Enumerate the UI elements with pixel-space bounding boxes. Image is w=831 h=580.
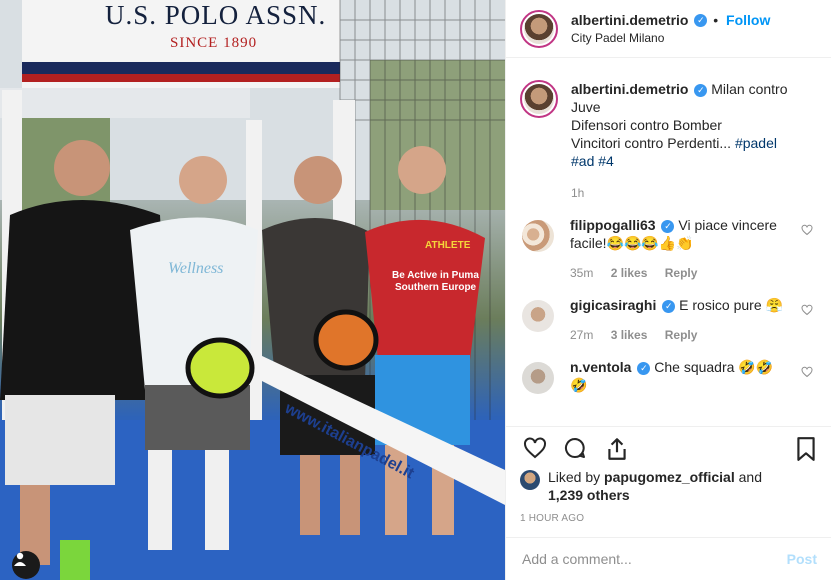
verified-badge-icon: ✓ [661, 219, 675, 233]
author-avatar[interactable] [520, 9, 558, 48]
commenter-avatar[interactable] [522, 220, 554, 252]
caption-text-2: Juve [571, 99, 601, 115]
like-comment-heart-icon[interactable] [801, 224, 813, 236]
reply-button[interactable]: Reply [665, 266, 698, 280]
verified-badge-icon: ✓ [637, 361, 651, 375]
verified-badge-icon: ✓ [662, 299, 676, 313]
liked-by: Liked by papugomez_official and 1,239 ot… [520, 468, 762, 504]
comment-username[interactable]: n.ventola [570, 359, 631, 375]
like-heart-icon[interactable] [522, 436, 548, 460]
comment-username[interactable]: gigicasiraghi [570, 297, 656, 313]
caption-time[interactable]: 1h [571, 184, 806, 202]
comment-text: E rosico pure 😤 [679, 297, 783, 313]
like-comment-heart-icon[interactable] [801, 366, 813, 378]
shirt-text-3: Southern Europe [395, 282, 477, 293]
banner-subtitle: SINCE 1890 [170, 35, 258, 51]
liked-by-prefix: Liked by [548, 469, 601, 485]
bookmark-icon[interactable] [795, 436, 817, 462]
shirt-text-1: ATHLETE [425, 240, 471, 251]
caption-text-1: Milan contro [711, 81, 788, 97]
comment-time[interactable]: 27m [570, 328, 593, 342]
reply-button[interactable]: Reply [665, 328, 698, 342]
comment-time[interactable]: 35m [570, 266, 593, 280]
shirt-text-2: Be Active in Puma [392, 270, 479, 281]
comments-list[interactable]: albertini.demetrio ✓ Milan contro Juve D… [506, 80, 831, 420]
liked-by-and: and [738, 469, 762, 485]
like-comment-heart-icon[interactable] [801, 304, 813, 316]
hashtag-link[interactable]: #ad [571, 153, 594, 169]
verified-badge-icon: ✓ [694, 14, 708, 28]
location-link[interactable]: City Padel Milano [571, 29, 770, 47]
caption: albertini.demetrio ✓ Milan contro Juve D… [506, 80, 831, 202]
add-comment-bar: Post [506, 537, 831, 580]
verified-badge-icon: ✓ [694, 83, 708, 97]
comment-bubble-icon[interactable] [562, 436, 588, 460]
shirt-text-4: Wellness [168, 260, 224, 277]
comment-likes[interactable]: 2 likes [611, 266, 648, 280]
comment-likes[interactable]: 3 likes [611, 328, 648, 342]
liked-by-user[interactable]: papugomez_official [604, 469, 735, 485]
caption-avatar[interactable] [520, 80, 558, 118]
instagram-post-window: U.S. POLO ASSN. SINCE 1890 www.italianpa… [0, 0, 831, 580]
caption-username[interactable]: albertini.demetrio [571, 81, 688, 97]
caption-text-3: Difensori contro Bomber [571, 117, 722, 133]
commenter-avatar[interactable] [522, 300, 554, 332]
comment-item: filippogalli63 ✓ Vi piace vincere facile… [506, 216, 831, 282]
separator-dot: • [713, 11, 719, 28]
liker-avatar[interactable] [520, 470, 540, 490]
hashtag-link[interactable]: #4 [598, 153, 614, 169]
share-upload-icon[interactable] [604, 436, 630, 462]
user-silhouette-icon[interactable] [12, 551, 40, 579]
caption-text-4: Vincitori contro Perdenti... [571, 135, 732, 151]
author-username[interactable]: albertini.demetrio [571, 12, 688, 28]
comment-item: n.ventola ✓ Che squadra 🤣🤣🤣 [506, 358, 831, 394]
hashtag-link[interactable]: #padel [735, 135, 777, 151]
post-header: albertini.demetrio ✓ • Follow City Padel… [506, 0, 831, 58]
follow-button[interactable]: Follow [726, 12, 770, 28]
post-side-panel: albertini.demetrio ✓ • Follow City Padel… [505, 0, 831, 580]
comment-username[interactable]: filippogalli63 [570, 217, 656, 233]
action-bar [506, 426, 831, 469]
liked-by-others[interactable]: 1,239 others [548, 487, 630, 503]
commenter-avatar[interactable] [522, 362, 554, 394]
post-comment-button[interactable]: Post [787, 551, 817, 567]
comment-input[interactable] [520, 550, 787, 568]
post-timestamp[interactable]: 1 HOUR AGO [520, 513, 584, 524]
comment-item: gigicasiraghi ✓ E rosico pure 😤 27m 3 li… [506, 296, 831, 344]
banner-title: U.S. POLO ASSN. [105, 0, 327, 30]
post-photo[interactable]: U.S. POLO ASSN. SINCE 1890 www.italianpa… [0, 0, 505, 580]
